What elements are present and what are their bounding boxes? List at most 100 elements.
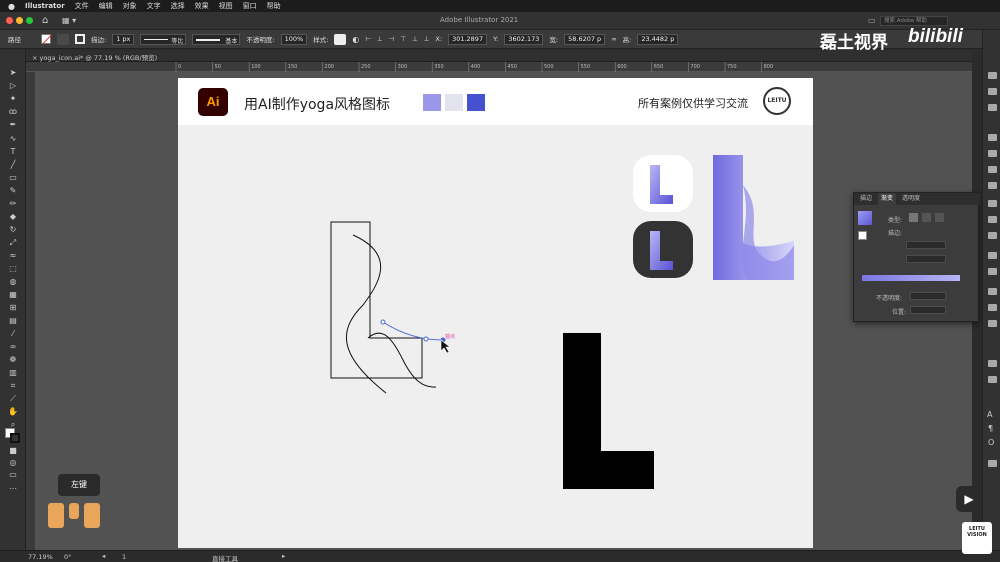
artboard-nav-prev-icon[interactable]: ◂ <box>102 552 105 560</box>
stroke-color-swatch[interactable] <box>10 433 20 443</box>
pen-tool-icon[interactable]: ✒ <box>7 120 19 130</box>
color-mode-icon[interactable]: ■ <box>7 446 19 456</box>
line-tool-icon[interactable]: ╱ <box>7 160 19 170</box>
arrange-documents-icon[interactable]: ▭ <box>868 16 876 25</box>
slice-tool-icon[interactable]: ⟋ <box>7 394 19 404</box>
magic-wand-tool-icon[interactable]: ✦ <box>7 94 19 104</box>
tab-stroke[interactable]: 描边 <box>860 193 872 205</box>
aspect-ratio-field[interactable] <box>906 255 946 263</box>
direct-selection-tool-icon[interactable]: ▷ <box>7 81 19 91</box>
home-icon[interactable]: ⌂ <box>42 15 48 26</box>
curvature-tool-icon[interactable]: ∿ <box>7 134 19 144</box>
transparency-panel-icon[interactable] <box>988 232 997 239</box>
transform-icon[interactable] <box>988 320 997 327</box>
type-tool-icon[interactable]: T <box>7 147 19 157</box>
opacity-field[interactable]: 100% <box>280 33 308 45</box>
pencil-tool-icon[interactable]: ✏ <box>7 199 19 209</box>
stroke-swatch[interactable] <box>75 34 85 44</box>
help-search-input[interactable]: 搜索 Adobe 帮助 <box>880 16 948 26</box>
appearance-icon[interactable] <box>988 252 997 259</box>
color-icon[interactable] <box>988 134 997 141</box>
gradient-preview-swatch[interactable] <box>858 211 872 225</box>
mesh-tool-icon[interactable]: ⊞ <box>7 303 19 313</box>
screen-mode-icon[interactable]: ▭ <box>7 470 19 480</box>
fill-dropdown[interactable] <box>57 33 69 45</box>
menu-effect[interactable]: 效果 <box>195 1 209 11</box>
app-name-menu[interactable]: Illustrator <box>25 2 65 10</box>
blend-tool-icon[interactable]: ∞ <box>7 342 19 352</box>
symbols-icon[interactable] <box>988 182 997 189</box>
align-center-icon[interactable]: ⊥ <box>377 35 383 43</box>
pathfinder-icon[interactable] <box>988 304 997 311</box>
workspace-switcher-icon[interactable]: ▦ ▾ <box>62 16 76 25</box>
rotation-value[interactable]: 0° <box>64 553 71 561</box>
perspective-grid-tool-icon[interactable]: ▦ <box>7 290 19 300</box>
paragraph-icon[interactable]: ¶ <box>988 424 993 433</box>
graphic-styles-icon[interactable] <box>988 268 997 275</box>
horizontal-ruler[interactable]: 0 50 100 150 200 250 300 350 400 450 500 550 600 650 7… <box>26 62 972 72</box>
tab-transparency[interactable]: 透明度 <box>902 193 920 205</box>
y-field[interactable]: 3602.173 <box>504 33 544 45</box>
stroke-weight-field[interactable]: 1 px <box>112 33 135 45</box>
lasso-tool-icon[interactable]: ꝏ <box>7 107 19 117</box>
layers-icon[interactable] <box>988 88 997 95</box>
vertical-ruler[interactable] <box>26 72 36 550</box>
artboard-number[interactable]: 1 <box>122 553 126 561</box>
artboards-icon[interactable] <box>988 376 997 383</box>
align-panel-icon[interactable] <box>988 288 997 295</box>
angle-field[interactable] <box>906 241 946 249</box>
edit-toolbar-icon[interactable]: ⋯ <box>7 484 19 494</box>
graphic-style-swatch[interactable] <box>334 33 347 45</box>
align-left-icon[interactable]: ⊢ <box>365 35 371 43</box>
gradient-tool-icon[interactable]: ▤ <box>7 316 19 326</box>
asset-export-icon[interactable] <box>988 360 997 367</box>
draw-mode-icon[interactable]: ◎ <box>7 458 19 468</box>
anchor-point[interactable] <box>380 319 386 325</box>
width-tool-icon[interactable]: ≈ <box>7 251 19 261</box>
menu-view[interactable]: 视图 <box>219 1 233 11</box>
links-icon[interactable] <box>988 460 997 467</box>
column-graph-tool-icon[interactable]: ▥ <box>7 368 19 378</box>
close-tab-icon[interactable]: × <box>32 54 40 62</box>
free-transform-tool-icon[interactable]: ⬚ <box>7 264 19 274</box>
menu-select[interactable]: 选择 <box>171 1 185 11</box>
scale-tool-icon[interactable]: ⤢ <box>7 238 19 248</box>
align-bottom-icon[interactable]: ⊥ <box>424 35 430 43</box>
character-icon[interactable]: A <box>987 410 992 419</box>
paintbrush-tool-icon[interactable]: ✎ <box>7 186 19 196</box>
libraries-icon[interactable] <box>988 104 997 111</box>
height-field[interactable]: 23.4482 p <box>637 33 679 45</box>
gradient-slider[interactable] <box>862 275 960 281</box>
variable-width-profile[interactable]: 等比 <box>140 33 187 45</box>
selection-tool-icon[interactable]: ➤ <box>7 68 19 78</box>
menu-file[interactable]: 文件 <box>75 1 89 11</box>
link-proportions-icon[interactable]: ∞ <box>611 35 616 43</box>
x-field[interactable]: 301.2897 <box>448 33 488 45</box>
shape-builder-tool-icon[interactable]: ◍ <box>7 277 19 287</box>
fill-stroke-toggle[interactable] <box>858 231 867 240</box>
symbol-sprayer-tool-icon[interactable]: ❁ <box>7 355 19 365</box>
menu-help[interactable]: 帮助 <box>267 1 281 11</box>
eraser-tool-icon[interactable]: ◆ <box>7 212 19 222</box>
linear-gradient-button[interactable] <box>909 213 918 222</box>
swatches-icon[interactable] <box>988 150 997 157</box>
menu-object[interactable]: 对象 <box>123 1 137 11</box>
align-right-icon[interactable]: ⊣ <box>389 35 395 43</box>
zoom-level[interactable]: 77.19% <box>28 553 53 561</box>
eyedropper-tool-icon[interactable]: ⁄ <box>7 329 19 339</box>
fill-swatch[interactable] <box>41 34 52 45</box>
menu-type[interactable]: 文字 <box>147 1 161 11</box>
minimize-window-button[interactable] <box>16 17 23 24</box>
black-l-shape[interactable] <box>563 333 654 489</box>
opentype-icon[interactable]: O <box>988 438 994 447</box>
apple-icon[interactable]: ● <box>8 2 15 11</box>
brush-definition[interactable]: 基本 <box>192 33 241 45</box>
selected-path[interactable] <box>382 321 444 341</box>
radial-gradient-button[interactable] <box>922 213 931 222</box>
hand-tool-icon[interactable]: ✋ <box>7 407 19 417</box>
menu-edit[interactable]: 编辑 <box>99 1 113 11</box>
video-play-icon[interactable]: ▶ <box>956 486 982 512</box>
menu-window[interactable]: 窗口 <box>243 1 257 11</box>
stroke-panel-icon[interactable] <box>988 200 997 207</box>
document-tab[interactable]: × yoga_icon.ai* @ 77.19 % (RGB/预览) <box>32 52 157 62</box>
